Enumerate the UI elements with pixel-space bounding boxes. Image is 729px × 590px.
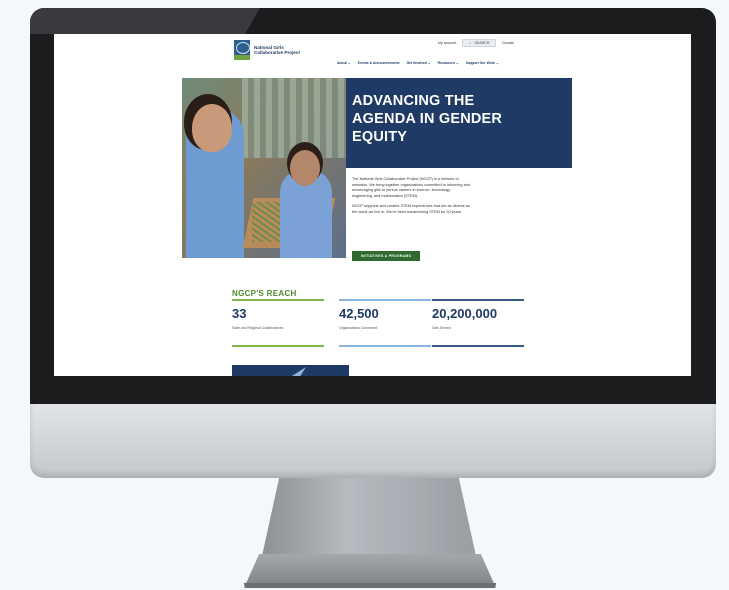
stat-bar [232, 345, 324, 347]
stat-value: 20,200,000 [432, 306, 498, 321]
stat-bar [432, 345, 524, 347]
stat-organizations: 42,500 Organizations Connected [339, 299, 431, 347]
nav-item-support[interactable]: Support Our Work ⌄ [466, 61, 499, 65]
site-header: National Girls Collaborative Project My … [54, 34, 691, 74]
logo-text: National Girls Collaborative Project [254, 45, 300, 55]
stat-value: 33 [232, 306, 247, 321]
stat-label: Girls Served [432, 326, 451, 330]
search-icon: ⌕ [469, 41, 472, 45]
bezel-sheen [30, 8, 261, 34]
donate-link[interactable]: Donate [502, 41, 514, 45]
hero-paragraph-1: The National Girls Collaborative Project… [352, 177, 470, 198]
initiatives-programs-button[interactable]: INITIATIVES & PROGRAMS [352, 251, 420, 261]
main-nav: About ⌄ Events & Announcements Get Invol… [337, 61, 499, 65]
hero-copy: The National Girls Collaborative Project… [352, 177, 472, 221]
photo-figure-head [192, 104, 232, 152]
screen: National Girls Collaborative Project My … [54, 34, 691, 376]
hero-paragraph-2: NGCP supports and curates STEM experienc… [352, 204, 470, 214]
nav-item-get-involved[interactable]: Get Involved ⌄ [406, 61, 430, 65]
search-label: SEARCH [474, 41, 490, 45]
monitor-bezel: National Girls Collaborative Project My … [30, 8, 716, 404]
site-logo[interactable]: National Girls Collaborative Project [234, 40, 314, 60]
nav-item-events[interactable]: Events & Announcements [358, 61, 400, 65]
reach-title: NGCP'S REACH [232, 289, 297, 298]
search-input[interactable]: ⌕ SEARCH [462, 39, 497, 47]
stat-label: State and Regional Collaboratives [232, 326, 284, 330]
nav-item-resources[interactable]: Resources ⌄ [438, 61, 459, 65]
stat-label: Organizations Connected [339, 326, 378, 330]
my-account-link[interactable]: My account [438, 41, 456, 45]
photo-background [242, 78, 346, 158]
monitor-stand-neck [262, 478, 476, 556]
promo-card[interactable] [232, 365, 349, 376]
stat-collaboratives: 33 State and Regional Collaboratives [232, 299, 324, 347]
stat-value: 42,500 [339, 306, 379, 321]
utility-nav: My account ⌕ SEARCH Donate [438, 39, 514, 47]
hero-banner: ADVANCING THE AGENDA IN GENDER EQUITY [346, 78, 572, 168]
hero-photo [182, 78, 346, 258]
stat-girls-served: 20,200,000 Girls Served [432, 299, 524, 347]
hero-title: ADVANCING THE AGENDA IN GENDER EQUITY [352, 93, 503, 145]
photo-figure-2-head [290, 150, 320, 186]
ngcp-logo-icon [234, 40, 250, 60]
nav-item-about[interactable]: About ⌄ [337, 61, 351, 65]
monitor-stand-edge [244, 583, 496, 588]
monitor-chin [30, 404, 716, 478]
stat-bar [339, 345, 431, 347]
